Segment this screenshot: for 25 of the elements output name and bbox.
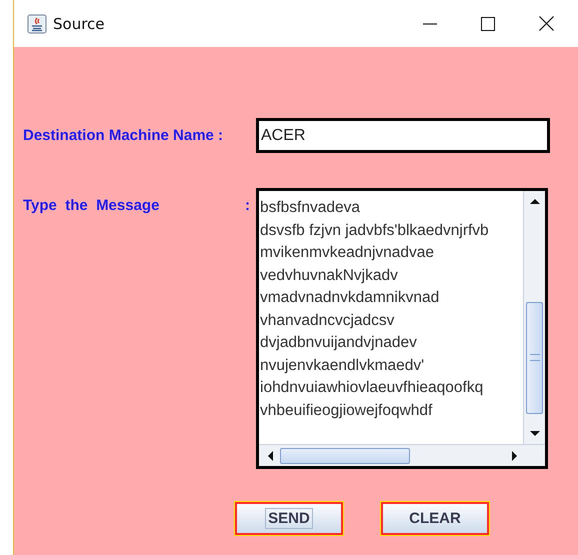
message-line: mvikenmvkeadnjvnadvae bbox=[260, 243, 436, 263]
close-icon[interactable] bbox=[539, 16, 554, 31]
message-line: dsvsfb fzjvn jadvbfs'blkaedvnjrfvb bbox=[260, 220, 490, 240]
message-line: vmadvnadnvkdamnikvnad bbox=[260, 288, 440, 308]
message-line: vhbeuifieogjiowejfoqwhdf bbox=[260, 400, 434, 420]
app-icon bbox=[27, 14, 47, 34]
scroll-thumb[interactable] bbox=[280, 448, 410, 464]
message-line: nvujenvkaendlvkmaedv' bbox=[260, 356, 426, 376]
colon-label: : bbox=[245, 197, 251, 216]
horizontal-scrollbar[interactable] bbox=[259, 444, 545, 466]
send-button[interactable]: SEND bbox=[235, 502, 343, 535]
window-title: Source bbox=[53, 14, 105, 32]
clear-button[interactable]: CLEAR bbox=[381, 502, 489, 535]
maximize-icon[interactable] bbox=[481, 16, 495, 30]
destination-field[interactable]: ACER bbox=[256, 118, 550, 153]
message-line: iohdnvuiawhiovlaeuvfhieaqoofkq bbox=[260, 378, 484, 398]
message-line: vhanvadncvcjadcsv bbox=[260, 310, 396, 330]
scroll-thumb[interactable] bbox=[526, 302, 543, 414]
message-area[interactable] bbox=[256, 188, 548, 469]
destination-label: Destination Machine Name : bbox=[23, 127, 224, 144]
message-line: vedvhuvnakNvjkadv bbox=[260, 266, 399, 286]
message-label: Type the Message bbox=[23, 197, 160, 216]
message-line: bsfbsfnvadeva bbox=[260, 198, 361, 218]
vertical-scrollbar[interactable] bbox=[523, 191, 545, 444]
message-line: dvjadbnvuijandvjnadev bbox=[260, 333, 418, 353]
